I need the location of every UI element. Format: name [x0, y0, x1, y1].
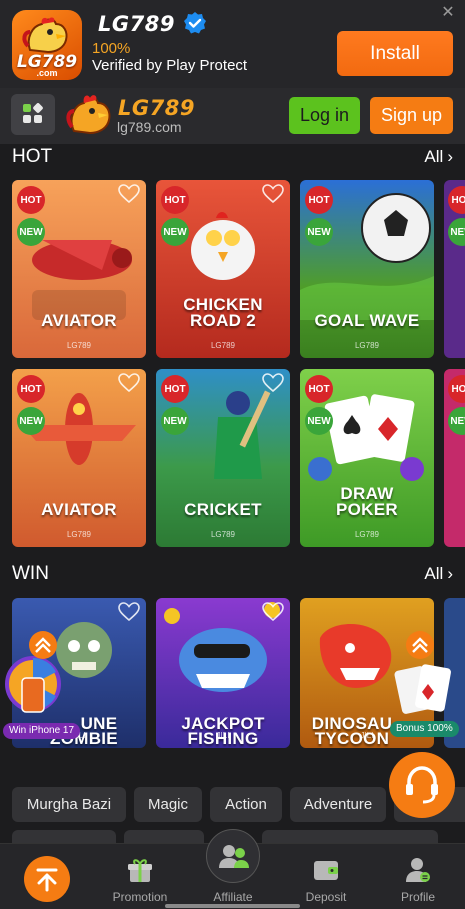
- win-all-link[interactable]: All ›: [424, 564, 453, 584]
- all-label: All: [424, 147, 444, 166]
- close-icon[interactable]: ✕: [440, 2, 456, 21]
- heart-icon[interactable]: [118, 602, 140, 622]
- app-screen: LG789 .com LG789 100% Verified by Play P…: [0, 0, 465, 909]
- rating-text: 100%: [92, 40, 131, 57]
- hot-all-link[interactable]: All ›: [424, 147, 453, 167]
- play-protect-text: Verified by Play Protect: [92, 57, 248, 74]
- install-banner: LG789 .com LG789 100% Verified by Play P…: [0, 0, 465, 88]
- category-chip[interactable]: Magic: [134, 787, 202, 822]
- signup-button[interactable]: Sign up: [370, 97, 453, 134]
- heart-icon[interactable]: [118, 184, 140, 204]
- new-badge: NEW: [17, 218, 45, 246]
- site-logo-text[interactable]: LG789: [118, 96, 195, 120]
- game-card-draw-poker[interactable]: HOT NEW DRAW POKER LG789: [300, 369, 434, 547]
- hot-badge: HOT: [305, 186, 333, 214]
- rooster-logo-icon: [66, 95, 111, 135]
- game-brand: LG789: [354, 530, 380, 539]
- game-card-aviator[interactable]: HOT NEW AVIATOR LG789: [12, 180, 146, 358]
- chevron-right-icon: ›: [447, 147, 453, 166]
- category-chip-partial[interactable]: [124, 830, 204, 844]
- all-label: All: [424, 564, 444, 583]
- headset-icon: [406, 766, 438, 804]
- home-indicator: [165, 904, 300, 908]
- game-card-aviator-2[interactable]: HOT NEW AVIATOR LG789: [12, 369, 146, 547]
- rank-up-icon: [29, 631, 57, 659]
- chevron-right-icon: ›: [447, 564, 453, 583]
- new-badge: NEW: [305, 407, 333, 435]
- game-card-chicken-road-2[interactable]: HOT NEW CHICKEN ROAD 2 LG789: [156, 180, 290, 358]
- new-badge: NEW: [305, 218, 333, 246]
- nav-label: Affiliate: [213, 890, 253, 904]
- cards-promo-icon[interactable]: [392, 662, 454, 718]
- wallet-icon: [314, 861, 338, 880]
- game-name: AVIATOR: [41, 500, 117, 519]
- category-chip-partial[interactable]: [12, 830, 116, 844]
- category-chip[interactable]: Murgha Bazi: [12, 787, 126, 822]
- hot-badge: HOT: [161, 375, 189, 403]
- arrow-up-icon: [36, 868, 58, 892]
- install-button[interactable]: Install: [337, 31, 453, 76]
- prize-wheel-icon[interactable]: [4, 654, 62, 720]
- menu-button[interactable]: [11, 94, 55, 135]
- support-button[interactable]: [389, 752, 455, 818]
- bonus-badge[interactable]: Bonus 100%: [390, 721, 459, 737]
- nav-label: Promotion: [112, 890, 168, 904]
- nav-promotion[interactable]: Promotion: [100, 844, 180, 909]
- site-domain: lg789.com: [117, 119, 182, 135]
- apps-grid-icon: [23, 103, 43, 123]
- game-card-partial[interactable]: HOT NEW: [444, 369, 465, 547]
- category-chip[interactable]: Adventure: [290, 787, 386, 822]
- hot-badge: HOT: [17, 375, 45, 403]
- game-brand: LG789: [210, 341, 236, 350]
- hot-badge: HOT: [305, 375, 333, 403]
- heart-icon[interactable]: [118, 373, 140, 393]
- game-brand: LG789: [66, 341, 92, 350]
- new-badge: NEW: [17, 407, 45, 435]
- new-badge: NEW: [161, 407, 189, 435]
- login-button[interactable]: Log in: [289, 97, 360, 134]
- hot-badge: HOT: [17, 186, 45, 214]
- gift-icon: [128, 859, 152, 882]
- app-icon[interactable]: LG789 .com: [12, 10, 82, 80]
- game-brand: LG789: [66, 530, 92, 539]
- section-title-win: WIN: [12, 563, 49, 584]
- affiliate-button[interactable]: [206, 829, 260, 883]
- game-card-jackpot-fishing[interactable]: JACKPOT FISHING JILI: [156, 598, 290, 748]
- user-icon: [406, 858, 430, 882]
- app-icon-subtext: .com: [36, 68, 58, 78]
- game-card-cricket[interactable]: HOT NEW CRICKET LG789: [156, 369, 290, 547]
- site-header: LG789 lg789.com Log in Sign up: [0, 88, 465, 144]
- nav-label: Deposit: [305, 890, 347, 904]
- nav-deposit[interactable]: Deposit: [287, 844, 365, 909]
- game-card-partial[interactable]: HOT NEW: [444, 180, 465, 358]
- section-title-hot: HOT: [12, 146, 53, 167]
- game-brand: JILI: [216, 731, 230, 740]
- app-title: LG789: [98, 12, 175, 36]
- users-icon: [219, 845, 249, 868]
- game-name-line-2: POKER: [336, 500, 398, 519]
- new-badge: NEW: [161, 218, 189, 246]
- verified-badge-icon: [184, 12, 206, 34]
- rooster-logo-icon: [22, 17, 68, 54]
- game-name: AVIATOR: [41, 311, 117, 330]
- rank-up-icon: [406, 631, 434, 659]
- nav-profile[interactable]: Profile: [380, 844, 456, 909]
- game-name-line-2: ROAD 2: [189, 311, 257, 330]
- nav-label: Profile: [400, 890, 435, 904]
- heart-icon[interactable]: [262, 373, 284, 393]
- category-chip[interactable]: Action: [210, 787, 282, 822]
- game-brand: LG789: [354, 341, 380, 350]
- category-chip-partial[interactable]: [262, 830, 438, 844]
- game-name: CRICKET: [184, 500, 262, 519]
- heart-icon[interactable]: [262, 602, 284, 622]
- hot-badge: HOT: [161, 186, 189, 214]
- game-name: GOAL WAVE: [314, 311, 420, 330]
- back-to-top-button[interactable]: [24, 856, 70, 902]
- game-brand: LG789: [210, 530, 236, 539]
- win-iphone-badge[interactable]: Win iPhone 17: [3, 723, 81, 739]
- game-card-goal-wave[interactable]: HOT NEW GOAL WAVE LG789: [300, 180, 434, 358]
- heart-icon[interactable]: [262, 184, 284, 204]
